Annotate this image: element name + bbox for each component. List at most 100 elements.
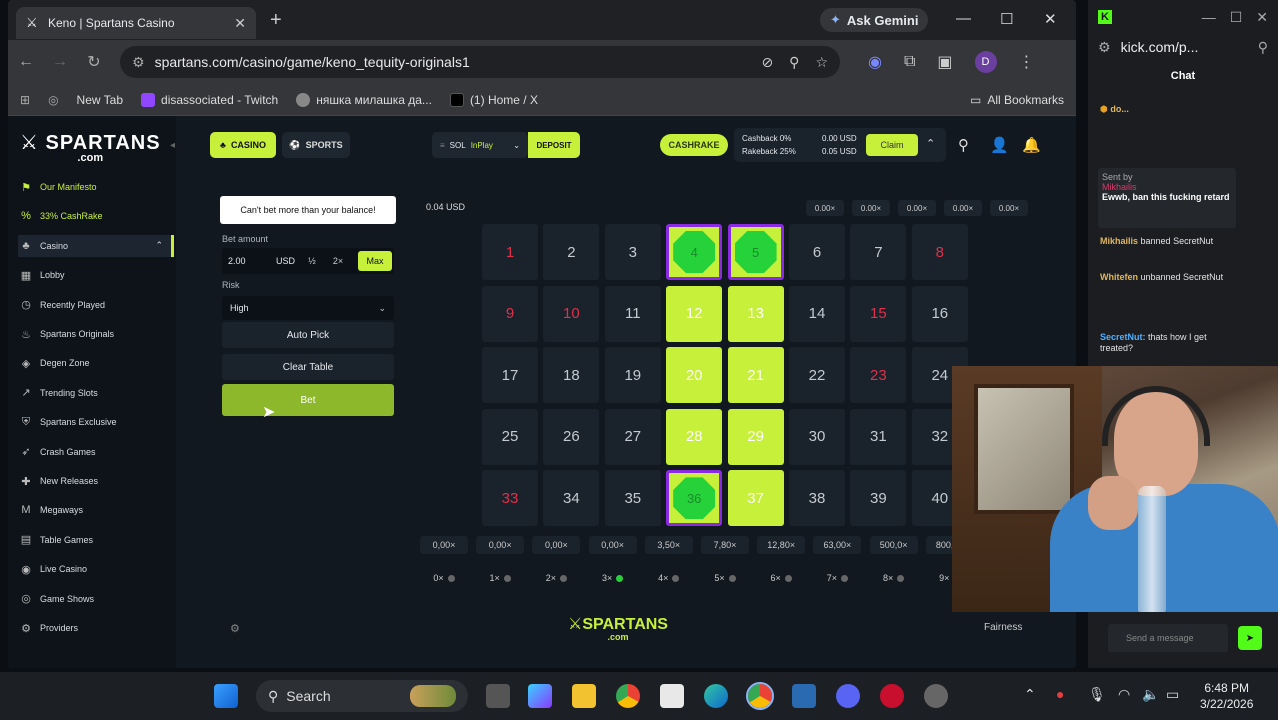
close-tab-icon[interactable]: ✕	[234, 15, 246, 32]
forward-icon[interactable]: →	[52, 53, 68, 71]
bookmark-nyashka[interactable]: няшка милашка да...	[296, 92, 432, 107]
battery-icon[interactable]: ▭	[1166, 686, 1179, 703]
fairness-link[interactable]: Fairness	[984, 622, 1022, 633]
keno-cell[interactable]: 6	[789, 224, 845, 280]
bookmark-star-icon[interactable]: ☆	[815, 54, 828, 71]
keno-cell[interactable]: 10	[543, 285, 600, 342]
keno-cell[interactable]: 11	[604, 285, 661, 342]
bookmark-x[interactable]: (1) Home / X	[449, 92, 538, 107]
pinned-user[interactable]: Mikhailis	[1102, 182, 1232, 192]
wallet-selector[interactable]: ≡ SOL InPlay ⌄	[432, 132, 528, 158]
user-icon[interactable]: 👤	[990, 136, 1009, 154]
sidebar-item[interactable]: ◎ Game Shows	[20, 588, 170, 610]
sidebar-item[interactable]: ⚙ Providers	[20, 617, 170, 639]
sidebar-item[interactable]: ◈ Degen Zone	[20, 352, 170, 374]
claim-button[interactable]: Claim	[866, 134, 918, 156]
discord-icon[interactable]	[836, 684, 860, 708]
keno-cell[interactable]: 12	[666, 285, 723, 342]
wifi-icon[interactable]: ◠	[1118, 686, 1130, 703]
sidebar-item[interactable]: ♨ Spartans Originals	[20, 323, 170, 345]
apps-grid-icon[interactable]: ⊞	[20, 93, 30, 107]
extension-icon[interactable]: ◉	[868, 52, 882, 72]
search-icon[interactable]: ⚲	[958, 136, 969, 154]
chrome-icon[interactable]	[616, 684, 640, 708]
settings-gear-icon[interactable]: ⚙	[230, 622, 240, 635]
microphone-icon[interactable]: 🎙	[1088, 686, 1106, 703]
keno-cell[interactable]: 14	[789, 285, 845, 342]
chevron-up-icon[interactable]: ⌃	[926, 137, 935, 150]
casino-tab[interactable]: ♣ CASINO	[210, 132, 276, 158]
keno-cell[interactable]: 16	[911, 285, 968, 342]
bet-amount-input[interactable]: 2.00 USD ½ 2× Max	[222, 248, 394, 274]
site-info-icon[interactable]: ⚙	[132, 54, 145, 71]
sidebar-item[interactable]: ▤ Table Games	[20, 529, 170, 551]
keno-cell[interactable]: 38	[789, 470, 845, 527]
kick-url-bar[interactable]: ⚙ kick.com/p... ⚲	[1088, 34, 1278, 60]
ask-gemini-button[interactable]: ✦ Ask Gemini	[820, 8, 929, 32]
keno-cell[interactable]: 5	[727, 224, 784, 280]
reload-icon[interactable]: ↻	[86, 52, 102, 72]
minimize-icon[interactable]: —	[1202, 9, 1216, 25]
keno-cell[interactable]: 28	[666, 408, 723, 465]
keno-cell[interactable]: 18	[543, 347, 600, 404]
keno-cell[interactable]: 7	[850, 224, 907, 280]
keno-cell[interactable]: 4	[666, 224, 723, 280]
zoom-icon[interactable]: ⚲	[1258, 39, 1268, 56]
keno-cell[interactable]: 21	[727, 347, 784, 404]
chat-username[interactable]: Whitefen	[1100, 272, 1138, 282]
taskbar-search[interactable]: ⚲ Search	[256, 680, 468, 712]
chat-username[interactable]: SecretNut:	[1100, 332, 1146, 342]
keno-cell[interactable]: 39	[850, 470, 907, 527]
chrome-active-icon[interactable]	[746, 682, 774, 710]
sidebar-item[interactable]: ♣ Casino ⌃	[18, 234, 174, 257]
sidebar-item[interactable]: ▦ Lobby	[20, 264, 170, 286]
keno-cell[interactable]: 19	[604, 347, 661, 404]
volume-icon[interactable]: 🔈	[1142, 686, 1159, 703]
keno-cell[interactable]: 33	[482, 470, 538, 527]
tray-chevron-icon[interactable]: ⌃	[1024, 686, 1036, 703]
keno-cell[interactable]: 25	[482, 408, 538, 465]
profile-avatar[interactable]: D	[974, 51, 997, 73]
keno-cell[interactable]: 17	[482, 347, 538, 404]
keno-cell[interactable]: 15	[850, 285, 907, 342]
chat-send-button[interactable]: ➤	[1238, 626, 1262, 650]
sidebar-item[interactable]: ◷ Recently Played	[20, 294, 170, 316]
keno-cell[interactable]: 13	[727, 285, 784, 342]
sidebar-item[interactable]: ↗ Trending Slots	[20, 382, 170, 404]
close-window-icon[interactable]: ✕	[1044, 10, 1057, 28]
double-button[interactable]: 2×	[328, 251, 348, 271]
globe-icon[interactable]: ◎	[48, 93, 58, 107]
sidebar-item[interactable]: ⚑ Our Manifesto	[20, 176, 170, 198]
back-icon[interactable]: ←	[18, 53, 34, 71]
sports-tab[interactable]: ⚽ SPORTS	[282, 132, 350, 158]
chat-message-input[interactable]: Send a message	[1108, 624, 1228, 652]
sidebar-item[interactable]: M Megaways	[20, 499, 170, 521]
chevron-up-icon[interactable]: ⌃	[155, 240, 163, 251]
keno-cell[interactable]: 26	[543, 408, 600, 465]
minimize-icon[interactable]: —	[956, 10, 971, 27]
extensions-puzzle-icon[interactable]: ⧉	[904, 53, 915, 71]
opera-icon[interactable]	[880, 684, 904, 708]
bet-button[interactable]: Bet	[222, 384, 394, 416]
half-button[interactable]: ½	[302, 251, 322, 271]
keno-cell[interactable]: 35	[604, 470, 661, 527]
keno-cell[interactable]: 29	[727, 408, 784, 465]
keno-cell[interactable]: 34	[543, 470, 600, 527]
close-window-icon[interactable]: ✕	[1256, 9, 1268, 26]
clear-table-button[interactable]: Clear Table	[222, 354, 394, 380]
cashrake-button[interactable]: CASHRAKE	[660, 134, 728, 156]
keno-cell[interactable]: 37	[727, 470, 784, 527]
taskbar-clock[interactable]: 6:48 PM 3/22/2026	[1200, 680, 1253, 712]
risk-select[interactable]: High ⌄	[222, 296, 394, 320]
bookmark-twitch[interactable]: disassociated - Twitch	[141, 92, 278, 107]
sidebar-item[interactable]: % 33% CashRake	[20, 205, 170, 227]
spartans-logo[interactable]: ⚔ SPARTANS .com	[20, 130, 161, 164]
windows-start-icon[interactable]	[214, 684, 238, 708]
photos-icon[interactable]	[792, 684, 816, 708]
zoom-icon[interactable]: ⚲	[789, 54, 799, 71]
sidepanel-icon[interactable]: ▣	[937, 52, 952, 72]
maximize-icon[interactable]: ☐	[1000, 10, 1013, 28]
keno-cell[interactable]: 2	[543, 224, 600, 280]
max-button[interactable]: Max	[358, 251, 392, 271]
keno-cell[interactable]: 20	[666, 347, 723, 404]
